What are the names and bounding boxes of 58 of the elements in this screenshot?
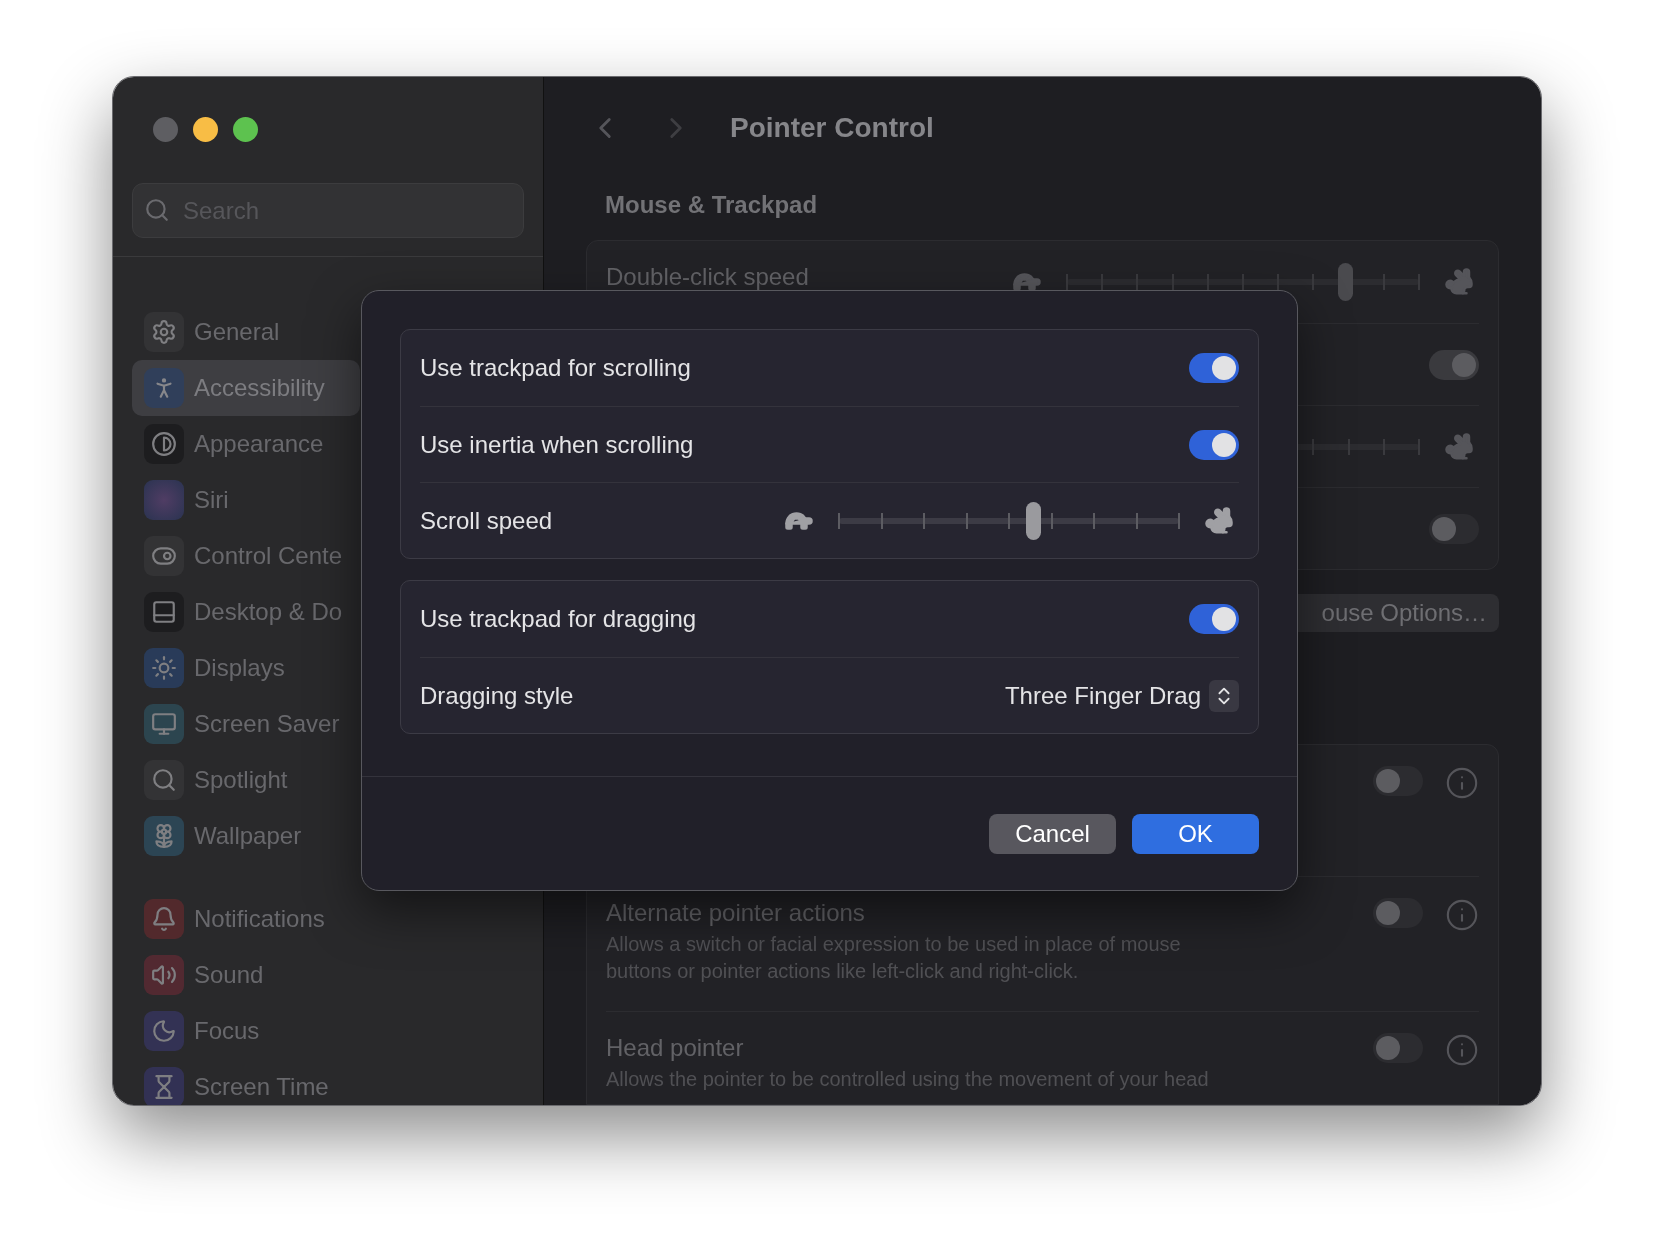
orb-icon — [144, 480, 184, 520]
sidebar-item[interactable]: Notifications — [132, 891, 360, 947]
page-title: Pointer Control — [730, 111, 934, 145]
close-button[interactable] — [153, 117, 178, 142]
info-icon[interactable] — [1445, 766, 1479, 800]
toggle-switch[interactable] — [1189, 429, 1239, 460]
moon-icon — [144, 1011, 184, 1051]
sun-icon — [144, 648, 184, 688]
contrast-icon — [144, 424, 184, 464]
setting-label: Use trackpad for dragging — [420, 604, 697, 634]
sidebar-item[interactable]: Accessibility — [132, 360, 360, 416]
info-icon[interactable] — [1445, 1033, 1479, 1067]
hourglass-icon — [144, 1067, 184, 1105]
slider-thumb[interactable] — [1025, 501, 1041, 540]
sidebar-item[interactable]: Screen Time — [132, 1059, 360, 1105]
chevrons-icon — [1209, 679, 1239, 712]
setting-label: Scroll speed — [420, 505, 553, 536]
setting-label: Double-click speed — [606, 264, 809, 290]
toggle-switch[interactable] — [1373, 1033, 1423, 1063]
speaker-icon — [144, 955, 184, 995]
sidebar-item[interactable]: Displays — [132, 640, 360, 696]
minimize-button[interactable] — [193, 117, 218, 142]
ok-button[interactable]: OK — [1132, 813, 1259, 854]
sidebar-item[interactable]: Screen Saver — [132, 696, 360, 752]
person-icon — [144, 368, 184, 408]
dragging-style-popup[interactable]: Three Finger Drag — [1004, 677, 1239, 714]
info-icon[interactable] — [1445, 898, 1479, 932]
sidebar-item[interactable]: Siri — [132, 472, 360, 528]
sidebar-item[interactable]: Sound — [132, 947, 360, 1003]
zoom-button[interactable] — [233, 117, 258, 142]
toggle-switch[interactable] — [1373, 898, 1423, 928]
magnifier-icon — [144, 760, 184, 800]
sidebar-item[interactable]: Control Cente — [132, 528, 360, 584]
bell-icon — [144, 899, 184, 939]
section-title: Mouse & Trackpad — [605, 190, 819, 220]
toggle-switch[interactable] — [1429, 349, 1479, 380]
switches-icon — [144, 536, 184, 576]
sidebar-item[interactable]: Wallpaper — [132, 808, 360, 864]
sidebar-item[interactable]: General — [132, 304, 360, 360]
toggle-switch[interactable] — [1373, 766, 1423, 796]
monitor-icon — [144, 704, 184, 744]
setting-label: Head pointer — [606, 1033, 745, 1063]
sidebar-item[interactable]: Spotlight — [132, 752, 360, 808]
search-icon — [144, 197, 170, 223]
setting-label: Use trackpad for scrolling — [420, 353, 691, 383]
setting-label: Dragging style — [420, 680, 574, 711]
gear-icon — [144, 312, 184, 352]
sidebar-item[interactable]: Focus — [132, 1003, 360, 1059]
toggle-switch[interactable] — [1189, 353, 1239, 383]
flower-icon — [144, 816, 184, 856]
toggle-switch[interactable] — [1189, 604, 1239, 634]
window-icon — [144, 592, 184, 632]
sidebar-item[interactable]: Desktop & Do — [132, 584, 360, 640]
cancel-button[interactable]: Cancel — [989, 813, 1116, 854]
slider-thumb[interactable] — [1338, 263, 1354, 301]
setting-label: Use inertia when scrolling — [420, 429, 694, 460]
sidebar-item[interactable]: Appearance — [132, 416, 360, 472]
toggle-switch[interactable] — [1429, 513, 1479, 544]
